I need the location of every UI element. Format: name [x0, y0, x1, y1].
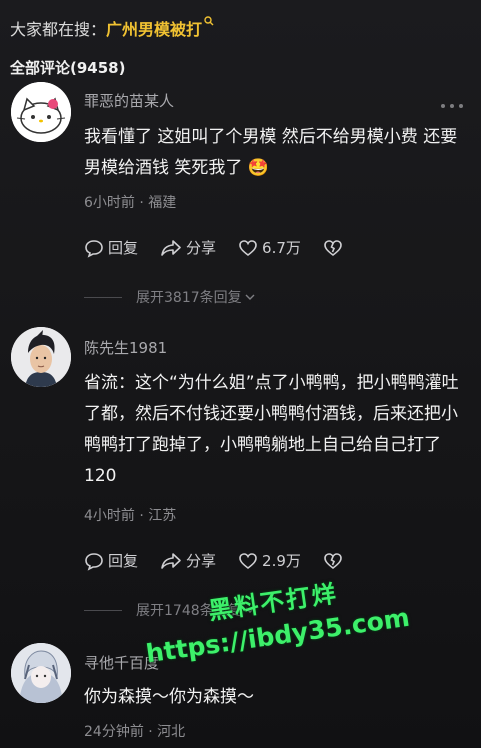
like-button[interactable]: 2.9万 — [238, 550, 301, 571]
comment-username[interactable]: 罪恶的苗某人 — [84, 90, 174, 111]
reply-button[interactable]: 回复 — [84, 237, 138, 258]
comment-username[interactable]: 寻他千百度 — [84, 652, 159, 673]
dislike-button[interactable] — [323, 551, 347, 571]
like-count: 2.9万 — [262, 552, 301, 570]
avatar[interactable] — [11, 327, 71, 387]
heart-icon — [239, 552, 257, 569]
avatar[interactable] — [11, 643, 71, 703]
comment-text: 我看懂了 这姐叫了个男模 然后不给男模小费 还要男模给酒钱 笑死我了 🤩 — [84, 127, 458, 178]
comment-actions: 回复 分享 2.9万 — [84, 550, 369, 571]
expand-replies-label: 展开3817条回复 — [136, 290, 242, 306]
more-options-icon[interactable] — [441, 103, 463, 109]
comment-time-location: 24分钟前 · 河北 — [84, 724, 186, 740]
comment-time-location: 4小时前 · 江苏 — [84, 508, 177, 524]
girl-avatar-icon — [11, 643, 71, 703]
comment-username[interactable]: 陈先生1981 — [84, 337, 167, 358]
comment-actions: 回复 分享 6.7万 — [84, 237, 369, 258]
comment-text: 你为森摸～你为森摸～ — [84, 687, 254, 707]
heart-icon — [239, 239, 257, 256]
broken-heart-icon — [324, 239, 342, 256]
share-icon — [161, 239, 181, 256]
hello-kitty-avatar-icon — [11, 82, 71, 142]
share-button[interactable]: 分享 — [160, 237, 216, 258]
broken-heart-icon — [324, 552, 342, 569]
divider-line — [84, 609, 122, 611]
share-button[interactable]: 分享 — [160, 550, 216, 571]
share-icon — [161, 552, 181, 569]
reply-button[interactable]: 回复 — [84, 550, 138, 571]
dislike-button[interactable] — [323, 238, 347, 258]
search-prefix: 大家都在搜： — [10, 20, 107, 39]
share-label: 分享 — [186, 239, 217, 257]
share-label: 分享 — [186, 552, 217, 570]
expand-replies-label: 展开1748条回复 — [136, 603, 242, 619]
comments-count-title: 全部评论(9458) — [10, 59, 126, 77]
chevron-down-icon — [245, 607, 255, 613]
search-suggestion-bar[interactable]: 大家都在搜： 广州男模被打 — [10, 16, 214, 40]
like-count: 6.7万 — [262, 239, 301, 257]
reply-icon — [85, 239, 103, 258]
chevron-down-icon — [245, 294, 255, 300]
expand-replies-button[interactable]: 展开1748条回复 — [84, 600, 256, 620]
reply-label: 回复 — [108, 552, 139, 570]
search-keyword-link[interactable]: 广州男模被打 — [106, 16, 202, 40]
avatar[interactable] — [11, 82, 71, 142]
search-icon — [204, 16, 214, 26]
like-button[interactable]: 6.7万 — [238, 237, 301, 258]
expand-replies-button[interactable]: 展开3817条回复 — [84, 287, 256, 307]
comment-time-location: 6小时前 · 福建 — [84, 195, 177, 211]
divider-line — [84, 296, 122, 298]
comment-text: 省流：这个“为什么姐”点了小鸭鸭，把小鸭鸭灌吐了都，然后不付钱还要小鸭鸭付酒钱，… — [84, 373, 459, 486]
cartoon-man-avatar-icon — [11, 327, 71, 387]
reply-label: 回复 — [108, 239, 139, 257]
reply-icon — [85, 552, 103, 571]
